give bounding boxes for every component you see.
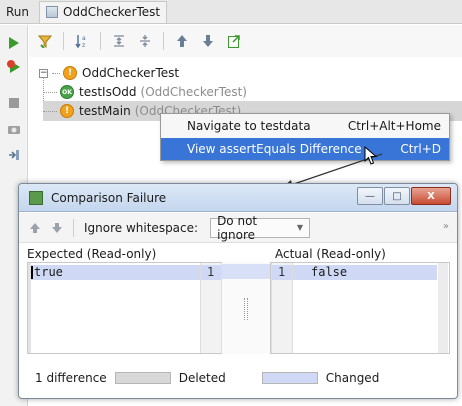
test-name: testMain <box>79 104 131 118</box>
tree-row[interactable]: OK testIsOdd (OddCheckerTest) <box>43 82 247 102</box>
expected-editor[interactable]: true 1 <box>27 262 222 354</box>
left-edge <box>28 263 31 353</box>
more-actions-icon[interactable]: » <box>443 221 449 232</box>
run-tool-window-header: Run OddCheckerTest <box>0 0 462 24</box>
expected-text: true <box>34 265 63 279</box>
tree-connector <box>43 110 57 112</box>
menu-item-shortcut: Ctrl+D <box>400 142 441 156</box>
actual-pane-label: Actual (Read-only) <box>275 247 386 261</box>
deleted-swatch <box>114 372 171 384</box>
menu-item-label: Navigate to testdata <box>187 119 311 133</box>
dialog-title: Comparison Failure <box>51 190 167 205</box>
run-config-tab-label: OddCheckerTest <box>63 5 161 19</box>
toolbar-separator <box>100 32 101 50</box>
expand-all-icon[interactable] <box>111 33 127 49</box>
rerun-failed-icon[interactable] <box>6 59 22 75</box>
expected-pane-label: Expected (Read-only) <box>27 247 157 261</box>
mouse-cursor-icon <box>364 146 378 165</box>
export-icon[interactable] <box>226 33 242 49</box>
actual-gutter: 1 <box>271 263 293 353</box>
minimize-button[interactable]: — <box>357 187 383 205</box>
collapse-all-icon[interactable] <box>137 33 153 49</box>
maximize-button[interactable]: □ <box>384 187 410 205</box>
ignore-whitespace-value: Do not ignore <box>217 213 258 242</box>
dialog-toolbar: Ignore whitespace: Do not ignore ▼ » <box>19 213 457 243</box>
previous-failed-icon[interactable] <box>174 33 190 49</box>
ignore-whitespace-label: Ignore whitespace: <box>84 220 199 235</box>
tree-connector <box>52 72 60 74</box>
tree-root-row[interactable]: − ! OddCheckerTest <box>39 63 179 83</box>
warning-icon: ! <box>63 66 77 80</box>
tree-connector <box>43 91 57 93</box>
toolbar-separator <box>63 32 64 50</box>
sort-alpha-icon[interactable]: az <box>74 33 90 49</box>
changed-connector <box>222 264 270 279</box>
expected-gutter: 1 <box>200 263 222 353</box>
menu-item-shortcut: Ctrl+Alt+Home <box>347 119 441 133</box>
chevron-down-icon: ▼ <box>296 223 304 232</box>
close-button[interactable]: X <box>411 187 451 205</box>
line-number: 1 <box>278 265 286 279</box>
menu-item-navigate-to-testdata[interactable]: Navigate to testdata Ctrl+Alt+Home <box>161 115 449 137</box>
vertical-scrollbar[interactable] <box>438 263 448 353</box>
changed-swatch <box>261 372 318 384</box>
diff-legend: 1 difference Deleted Changed <box>19 362 457 394</box>
line-number: 1 <box>207 265 215 279</box>
changed-legend-label: Changed <box>325 371 380 385</box>
run-label: Run <box>6 4 30 19</box>
svg-text:a: a <box>82 35 86 42</box>
warning-icon: ! <box>60 104 74 118</box>
svg-text:z: z <box>82 42 85 48</box>
previous-difference-icon[interactable] <box>27 220 43 236</box>
next-failed-icon[interactable] <box>200 33 216 49</box>
test-config-icon <box>46 6 59 18</box>
deleted-legend-label: Deleted <box>178 371 226 385</box>
stop-icon[interactable] <box>6 95 22 111</box>
tree-root-label: OddCheckerTest <box>82 66 180 80</box>
comparison-failure-dialog: Comparison Failure — □ X Ignore whitespa… <box>18 183 458 399</box>
camera-icon[interactable] <box>6 121 22 137</box>
diff-app-icon <box>29 190 43 205</box>
ok-icon: OK <box>60 85 74 99</box>
test-suite: (OddCheckerTest) <box>140 85 247 99</box>
toolbar-separator <box>163 32 164 50</box>
restore-layout-icon[interactable] <box>6 147 22 163</box>
filter-failed-icon[interactable] <box>37 33 53 49</box>
actual-text: false <box>311 265 348 279</box>
dialog-title-bar[interactable]: Comparison Failure — □ X <box>19 184 457 212</box>
toolbar-separator <box>73 218 74 237</box>
diff-splitter[interactable] <box>222 262 270 354</box>
next-difference-icon[interactable] <box>49 220 65 236</box>
actual-editor[interactable]: 1 false <box>270 262 450 354</box>
ignore-whitespace-select[interactable]: Do not ignore ▼ <box>210 214 311 242</box>
run-main-toolbar: az <box>29 25 462 57</box>
rerun-icon[interactable] <box>6 35 22 51</box>
splitter-grip-icon[interactable] <box>244 298 248 320</box>
text-caret <box>31 266 33 279</box>
test-name: testIsOdd <box>79 85 137 99</box>
difference-count: 1 difference <box>35 371 107 385</box>
window-controls: — □ X <box>357 187 451 205</box>
run-config-tab[interactable]: OddCheckerTest <box>39 0 168 23</box>
